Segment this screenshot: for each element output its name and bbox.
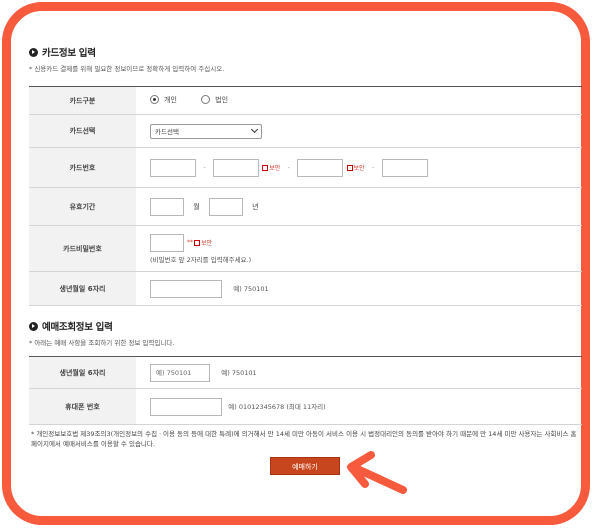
hide-checkbox-2[interactable]: 보안: [262, 163, 280, 172]
year-unit: 년: [252, 202, 259, 211]
row-card-number: 카드번호 - 보안 - 보안 -: [29, 147, 582, 188]
lookup-birth-input[interactable]: 예) 750101: [150, 363, 210, 382]
birth-input[interactable]: [150, 279, 222, 298]
card-section-desc: * 신용카드 결제를 위해 필요한 정보이므로 정확하게 입력하여 주십시오.: [29, 65, 225, 73]
radio-corporate[interactable]: 법인: [201, 95, 228, 105]
label-password: 카드비밀번호: [29, 225, 136, 272]
phone-example: 예) 01012345678 (최대 11자리): [228, 402, 326, 411]
dash-separator: -: [287, 163, 291, 172]
reservation-form: 카드정보 입력 * 신용카드 결제를 위해 필요한 정보이므로 정확하게 입력하…: [29, 44, 582, 449]
row-card-select: 카드선택 카드선택: [29, 114, 582, 148]
month-unit: 월: [193, 202, 200, 211]
checkbox-box[interactable]: [194, 239, 200, 246]
radio-corporate-label: 법인: [215, 95, 229, 104]
label-lookup-birth: 생년월일 6자리: [29, 356, 136, 389]
row-birth: 생년월일 6자리 예) 750101: [29, 271, 582, 306]
bullet-arrow-icon: [29, 321, 38, 331]
label-phone: 휴대폰 번호: [29, 388, 136, 425]
card-section-heading: 카드정보 입력: [42, 48, 96, 59]
password-mask: **: [187, 239, 193, 246]
chevron-down-icon: [250, 125, 259, 134]
hide-checkbox-password[interactable]: 보안: [194, 238, 212, 247]
expiry-month-input[interactable]: [150, 197, 184, 216]
label-card-type: 카드구분: [29, 86, 136, 115]
label-card-select: 카드선택: [29, 114, 136, 148]
row-card-type: 카드구분 개인 법인: [29, 86, 582, 115]
bullet-arrow-icon: [29, 47, 38, 57]
radio-corporate-dot[interactable]: [201, 95, 211, 105]
phone-input[interactable]: [150, 397, 222, 416]
row-phone: 휴대폰 번호 예) 01012345678 (최대 11자리): [29, 388, 582, 425]
card-select-value: 카드선택: [155, 128, 179, 136]
lookup-section-title: 예매조회정보 입력: [29, 318, 582, 334]
card-number-input-4[interactable]: [381, 158, 428, 177]
card-number-input-1[interactable]: [150, 158, 196, 177]
pointer-arrow-icon: [347, 451, 407, 494]
password-input[interactable]: [150, 233, 184, 252]
checkbox-box[interactable]: [346, 164, 353, 171]
card-section-title: 카드정보 입력: [29, 44, 582, 60]
lookup-section-desc: * 아래는 예매 사항을 조회하기 위한 정보 입력입니다.: [29, 339, 175, 347]
lookup-info-table: 생년월일 6자리 예) 750101 예) 750101 휴대폰 번호 예) 0…: [29, 356, 582, 425]
age-notice: * 개인정보보호법 제39조의3(개인정보의 수집ㆍ이용 동의 등에 대한 특례…: [31, 430, 577, 448]
checkbox-box[interactable]: [262, 164, 269, 171]
hide-label: 보안: [201, 240, 213, 247]
label-birth: 생년월일 6자리: [29, 271, 136, 306]
card-select-dropdown[interactable]: 카드선택: [150, 123, 262, 139]
radio-personal-label: 개인: [164, 95, 177, 104]
card-info-table: 카드구분 개인 법인 카드선택 카드선택 카드번호 - 보안 - 보안 - 유효…: [29, 86, 582, 306]
row-expiry: 유효기간 월 년: [29, 187, 582, 226]
radio-personal[interactable]: 개인: [150, 95, 177, 105]
birth-example: 예) 750101: [233, 284, 269, 293]
hide-label: 보안: [353, 165, 365, 172]
lookup-section-heading: 예매조회정보 입력: [42, 322, 113, 333]
row-lookup-birth: 생년월일 6자리 예) 750101 예) 750101: [29, 356, 582, 389]
reserve-button[interactable]: 예매하기: [270, 457, 340, 475]
label-card-number: 카드번호: [29, 147, 136, 188]
hide-checkbox-3[interactable]: 보안: [346, 163, 365, 172]
expiry-year-input[interactable]: [208, 197, 243, 216]
password-hint: (비밀번호 앞 2자리를 입력해주세요.): [150, 255, 252, 264]
hide-label: 보안: [269, 165, 281, 172]
label-expiry: 유효기간: [29, 187, 136, 226]
card-number-input-3[interactable]: [297, 158, 344, 177]
row-password: 카드비밀번호 ** 보안 (비밀번호 앞 2자리를 입력해주세요.): [29, 225, 582, 272]
dash-separator: -: [371, 163, 375, 172]
dash-separator: -: [203, 163, 206, 172]
lookup-birth-example: 예) 750101: [221, 368, 257, 377]
card-number-input-2[interactable]: [213, 158, 259, 177]
radio-personal-dot[interactable]: [150, 95, 159, 105]
